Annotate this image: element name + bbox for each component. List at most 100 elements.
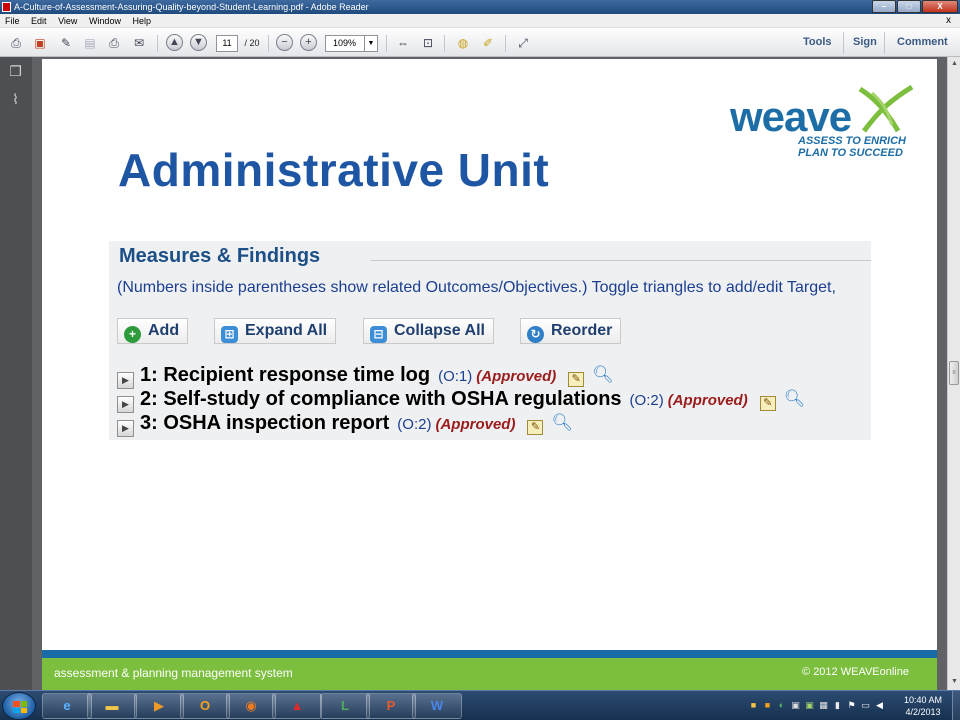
tray-security-icon[interactable]: ▣ [804,700,815,711]
measure-status: (Approved) [435,416,516,433]
footer-blue-band [42,650,937,658]
menu-window[interactable]: Window [89,16,121,26]
measure-title: 1: Recipient response time log [140,364,431,386]
tray-monitor-icon[interactable]: ▭ [860,700,871,711]
page-thumbnails-icon[interactable]: ❐ [8,63,23,79]
highlight-icon[interactable]: ✐ [479,34,497,52]
adobe-reader-icon[interactable]: ▲ [272,693,322,719]
logo-tagline-1: ASSESS TO ENRICH [798,135,906,147]
word-icon[interactable]: W [412,693,462,719]
measure-ref: (O:2) [397,416,432,433]
logo-leaf-icon [858,85,914,133]
menu-help[interactable]: Help [132,16,151,26]
read-mode-icon[interactable]: ⤢ [514,34,532,52]
zoom-in-icon[interactable]: + [300,34,317,51]
sticky-note-icon[interactable]: ◍ [454,34,472,52]
edit-icon[interactable]: ✎ [759,396,776,411]
powerpoint-icon[interactable]: P [366,693,416,719]
collapse-icon: ⊟ [370,326,387,343]
expand-icon: ⊞ [221,326,238,343]
footer-tagline: assessment & planning management system [54,666,293,680]
clock-time: 10:40 AM [903,695,943,705]
panel-note: (Numbers inside parentheses show related… [117,279,836,296]
measures-findings-screenshot: Measures & Findings (Numbers inside pare… [109,241,871,440]
minimize-button[interactable]: – [872,0,896,13]
zoom-out-icon[interactable]: − [276,34,293,51]
tools-link[interactable]: Tools [803,36,832,48]
search-icon[interactable]: 🔍︎ [592,364,614,386]
project-icon[interactable]: L [320,693,370,719]
system-tray: ■ ■ ◐ ▣ ▣ ▦ ▮ ⚑ ▭ ◀ [748,694,885,711]
save-icon[interactable]: ▤ [81,34,99,52]
add-button-label: Add [148,322,180,339]
expand-triangle-icon[interactable]: ▶ [117,420,134,437]
logo-wordmark: weave [730,93,852,140]
fit-width-icon[interactable]: ⇔ [394,34,412,52]
tray-device-icon[interactable]: ▣ [790,700,801,711]
zoom-select[interactable]: 109% ▼ [325,35,378,52]
pdf-page: Administrative Unit weave ASSESS TO ENRI… [42,59,937,690]
start-button[interactable] [2,692,36,720]
measure-ref: (O:2) [629,392,664,409]
tray-battery-icon[interactable]: ▮ [832,700,843,711]
vertical-scrollbar[interactable]: ▲ ≡ ▼ [947,57,960,690]
edit-icon[interactable]: ✎ [568,372,585,387]
internet-explorer-icon[interactable]: e [42,693,92,719]
email-icon[interactable]: ✉ [130,34,148,52]
firefox-icon[interactable]: ◉ [226,693,276,719]
search-icon[interactable]: 🔍︎ [784,388,806,410]
fit-page-icon[interactable]: ⊡ [419,34,437,52]
show-desktop-button[interactable] [952,691,960,720]
measure-row: ▶ 1: Recipient response time log (O:1) (App… [117,364,614,389]
collapse-all-button[interactable]: ⊟ Collapse All [363,318,494,344]
scroll-down-icon[interactable]: ▼ [950,677,959,686]
search-icon[interactable]: 🔍︎ [551,412,573,434]
next-page-icon[interactable]: ▼ [190,34,207,51]
plus-icon: + [124,326,141,343]
create-pdf-icon[interactable]: ⎙ [7,34,25,52]
tray-notes-icon[interactable]: ■ [748,700,759,711]
close-button[interactable]: X [922,0,958,13]
close-document-button[interactable]: x [946,14,951,28]
reorder-icon: ↻ [527,326,544,343]
scroll-up-icon[interactable]: ▲ [950,59,959,68]
chevron-down-icon[interactable]: ▼ [364,36,377,51]
edit-icon[interactable]: ✎ [527,420,544,435]
tray-sync-icon[interactable]: ◐ [776,700,787,711]
expand-all-button[interactable]: ⊞ Expand All [214,318,337,344]
menu-edit[interactable]: Edit [31,16,47,26]
reorder-button[interactable]: ↻ Reorder [520,318,622,344]
window-title-bar: A-Culture-of-Assessment-Assuring-Quality… [0,0,960,14]
add-button[interactable]: + Add [117,318,189,344]
comment-link[interactable]: Comment [897,36,948,48]
maximize-button[interactable]: □ [897,0,921,13]
page-number-input[interactable]: 11 [216,35,238,52]
outlook-icon[interactable]: O [180,693,230,719]
measure-status: (Approved) [667,392,748,409]
taskbar: e ▬ ▶ O ◉ ▲ L P W ■ ■ ◐ ▣ ▣ ▦ ▮ ⚑ ▭ ◀ 10… [0,690,960,720]
tray-flag-icon[interactable]: ⚑ [846,700,857,711]
logo-tagline-2: PLAN TO SUCCEED [798,147,903,159]
tray-outlook-icon[interactable]: ■ [762,700,773,711]
heading-rule [371,260,871,261]
media-player-icon[interactable]: ▶ [134,693,184,719]
print-icon[interactable]: ⎙ [105,34,123,52]
expand-triangle-icon[interactable]: ▶ [117,372,134,389]
edit-pdf-icon[interactable]: ✎ [57,34,75,52]
page-total: / 20 [244,38,260,48]
zoom-value: 109% [333,38,357,48]
clock[interactable]: 10:40 AM 4/2/2013 [898,694,948,718]
open-file-icon[interactable]: ▣ [31,34,49,52]
expand-triangle-icon[interactable]: ▶ [117,396,134,413]
scroll-thumb[interactable]: ≡ [949,361,959,385]
volume-icon[interactable]: ◀ [874,700,885,711]
menu-view[interactable]: View [58,16,77,26]
toolbar: ⎙ ▣ ✎ ▤ ⎙ ✉ ▲ ▼ 11 / 20 − + 109% ▼ ⇔ ⊡ ◍ … [0,29,960,57]
menu-file[interactable]: File [5,16,20,26]
tray-network-icon[interactable]: ▦ [818,700,829,711]
measure-title: 2: Self-study of compliance with OSHA re… [140,388,622,410]
sign-link[interactable]: Sign [853,36,877,48]
attachments-icon[interactable]: ⌇ [8,91,23,107]
file-explorer-icon[interactable]: ▬ [87,693,137,719]
previous-page-icon[interactable]: ▲ [166,34,183,51]
